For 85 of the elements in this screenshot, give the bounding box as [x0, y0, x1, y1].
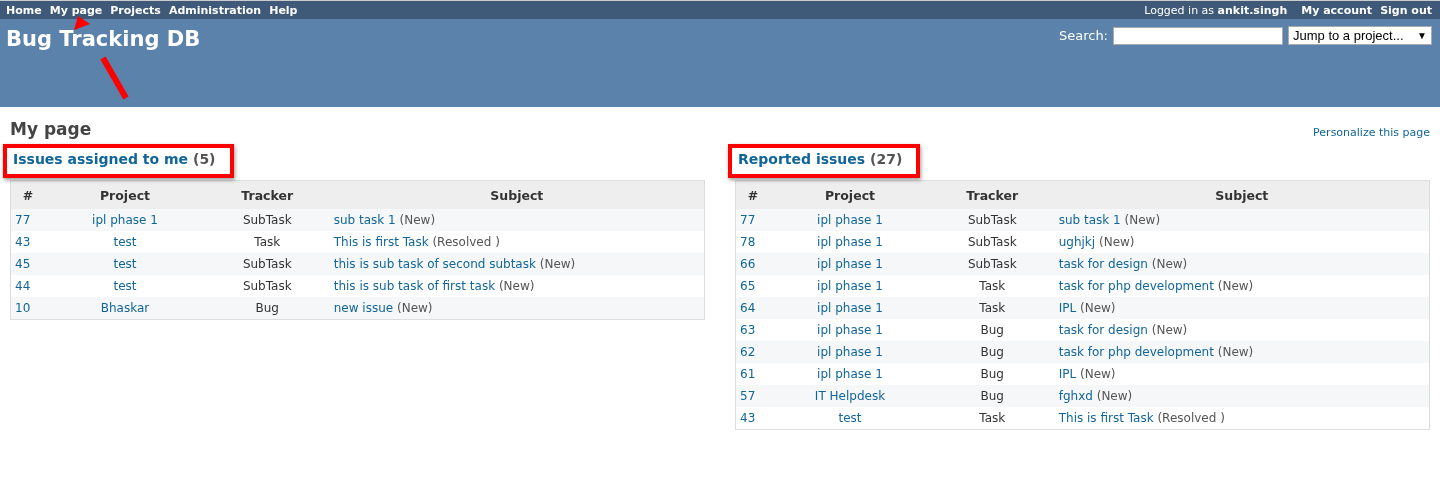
- project-link[interactable]: ipl phase 1: [817, 323, 883, 337]
- search-field[interactable]: [1113, 26, 1283, 45]
- page-title: My page: [10, 119, 92, 139]
- issue-link[interactable]: sub task 1: [1058, 213, 1121, 227]
- menu-link[interactable]: My page: [49, 3, 103, 17]
- table-cell: Task: [929, 275, 1055, 297]
- column-header: Subject: [1054, 180, 1430, 209]
- table-cell: Bug: [204, 297, 330, 320]
- project-link[interactable]: ipl phase 1: [817, 367, 883, 381]
- column-header: Tracker: [204, 180, 330, 209]
- column-header: #: [10, 180, 46, 209]
- column-header: Project: [770, 180, 930, 209]
- issue-link[interactable]: task for design: [1058, 257, 1148, 271]
- issue-id-link[interactable]: 44: [15, 279, 31, 293]
- issue-status: (New): [1151, 257, 1188, 271]
- table-cell: SubTask: [929, 253, 1055, 275]
- issue-id-link[interactable]: 61: [740, 367, 756, 381]
- table-cell: SubTask: [204, 209, 330, 231]
- issue-link[interactable]: task for php development: [1058, 279, 1214, 293]
- table-cell: Task: [204, 231, 330, 253]
- column-header: Tracker: [929, 180, 1055, 209]
- personalize-link[interactable]: Personalize this page: [1313, 126, 1430, 139]
- issue-link[interactable]: this is sub task of second subtask: [333, 257, 536, 271]
- column-header: Subject: [329, 180, 705, 209]
- issue-link[interactable]: IPL: [1058, 301, 1077, 315]
- issue-status: (New): [399, 213, 436, 227]
- project-link[interactable]: ipl phase 1: [817, 235, 883, 249]
- project-link[interactable]: ipl phase 1: [817, 279, 883, 293]
- issue-status: (Resolved ): [1157, 411, 1225, 425]
- section-heading: Issues assigned to me (5): [13, 151, 216, 167]
- table-cell: SubTask: [929, 231, 1055, 253]
- issue-link[interactable]: sub task 1: [333, 213, 396, 227]
- table-cell: SubTask: [204, 275, 330, 297]
- table-cell: Bug: [929, 363, 1055, 385]
- table-cell: Bug: [929, 319, 1055, 341]
- menu-link[interactable]: Projects: [110, 3, 161, 17]
- login-status: Logged in as ankit.singh: [1144, 3, 1288, 17]
- issue-status: (New): [1124, 213, 1161, 227]
- menu-link[interactable]: Home: [6, 3, 42, 17]
- section-heading: Reported issues (27): [738, 151, 903, 167]
- table-cell: Bug: [929, 341, 1055, 363]
- issue-id-link[interactable]: 43: [15, 235, 31, 249]
- account-link[interactable]: My account: [1301, 3, 1373, 17]
- column-header: Project: [45, 180, 205, 209]
- project-link[interactable]: test: [113, 257, 137, 271]
- issue-link[interactable]: this is sub task of first task: [333, 279, 496, 293]
- issue-status: (New): [1080, 367, 1116, 381]
- account-link[interactable]: Sign out: [1380, 3, 1432, 17]
- issue-status: (New): [1217, 345, 1254, 359]
- table-cell: Bug: [929, 385, 1055, 407]
- table-cell: SubTask: [204, 253, 330, 275]
- issue-status: (New): [1099, 235, 1135, 249]
- table-cell: SubTask: [929, 209, 1055, 231]
- issue-status: (New): [1217, 279, 1254, 293]
- issue-link[interactable]: This is first Task: [1058, 411, 1154, 425]
- project-link[interactable]: Bhaskar: [100, 301, 150, 315]
- site-title: Bug Tracking DB: [6, 27, 201, 51]
- issue-link[interactable]: fghxd: [1058, 389, 1093, 403]
- project-link[interactable]: test: [113, 279, 137, 293]
- issue-link[interactable]: This is first Task: [333, 235, 429, 249]
- issue-link[interactable]: task for design: [1058, 323, 1148, 337]
- issue-status: (New): [498, 279, 535, 293]
- table-cell: Task: [929, 297, 1055, 319]
- issue-status: (New): [397, 301, 433, 315]
- issue-status: (New): [1080, 301, 1116, 315]
- project-link[interactable]: test: [838, 411, 862, 425]
- issue-id-link[interactable]: 43: [740, 411, 756, 425]
- column-header: #: [735, 180, 771, 209]
- issue-status: (Resolved ): [432, 235, 500, 249]
- project-dropdown[interactable]: Jump to a project... ▼: [1288, 26, 1432, 45]
- issue-status: (New): [1151, 323, 1188, 337]
- issue-link[interactable]: ughjkj: [1058, 235, 1096, 249]
- issue-id-link[interactable]: 63: [740, 323, 756, 337]
- search-label: Search:: [1058, 28, 1108, 43]
- menu-link[interactable]: Help: [269, 3, 298, 17]
- issue-status: (New): [539, 257, 576, 271]
- project-link[interactable]: test: [113, 235, 137, 249]
- menu-link[interactable]: Administration: [168, 3, 262, 17]
- issue-id-link[interactable]: 65: [740, 279, 756, 293]
- issue-link[interactable]: task for php development: [1058, 345, 1214, 359]
- table-cell: Task: [929, 407, 1055, 430]
- issue-id-link[interactable]: 78: [740, 235, 756, 249]
- issue-status: (New): [1096, 389, 1133, 403]
- issue-link[interactable]: IPL: [1058, 367, 1077, 381]
- issue-link[interactable]: new issue: [333, 301, 394, 315]
